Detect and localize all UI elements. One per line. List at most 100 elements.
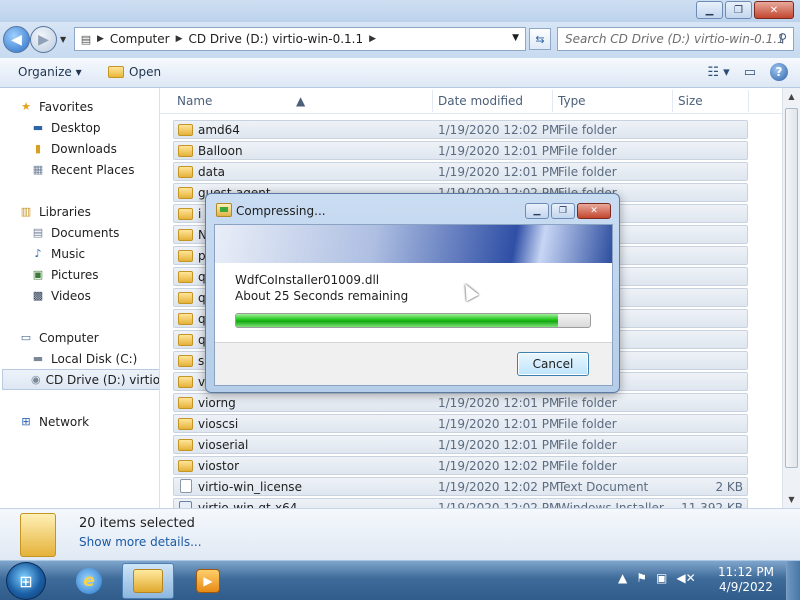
scroll-up-arrow-icon[interactable]: ▲ [783, 88, 800, 105]
file-name: s [198, 354, 205, 368]
nav-cd-drive[interactable]: ◉ CD Drive (D:) virtio-w [2, 369, 159, 390]
column-type[interactable]: Type [558, 94, 586, 108]
folder-icon [178, 313, 193, 325]
start-button[interactable]: ⊞ [6, 562, 46, 600]
show-hidden-icons-icon[interactable]: ▲ [618, 571, 627, 585]
taskbar-windows-explorer[interactable] [122, 563, 174, 599]
cancel-button[interactable]: Cancel [517, 352, 589, 376]
cd-drive-icon: ◉ [31, 373, 41, 386]
column-divider[interactable] [432, 90, 433, 112]
hard-drive-icon: ▬ [32, 352, 44, 365]
title-bar[interactable]: ▁ ❐ ✕ [0, 0, 800, 22]
column-date-modified[interactable]: Date modified [438, 94, 523, 108]
dialog-title: Compressing... [236, 204, 326, 218]
chevron-right-icon[interactable]: ▶ [369, 34, 376, 44]
maximize-button[interactable]: ❐ [725, 1, 752, 19]
forward-button[interactable]: ▶ [30, 26, 57, 53]
show-more-details-link[interactable]: Show more details... [79, 535, 202, 549]
time-remaining: About 25 Seconds remaining [235, 289, 409, 303]
nav-desktop[interactable]: ▬ Desktop [30, 117, 159, 138]
file-row[interactable]: Balloon 1/19/2020 12:01 PM File folder [173, 141, 748, 160]
column-name[interactable]: Name [177, 94, 212, 108]
nav-documents[interactable]: ▤ Documents [30, 222, 159, 243]
nav-videos[interactable]: ▩ Videos [30, 285, 159, 306]
caption-buttons: ▁ ❐ ✕ [694, 1, 794, 19]
nav-favorites[interactable]: ★ Favorites [18, 96, 159, 117]
nav-music[interactable]: ♪ Music [30, 243, 159, 264]
column-divider[interactable] [552, 90, 553, 112]
network-status-icon[interactable]: ▣ [656, 571, 667, 585]
show-desktop-button[interactable] [786, 561, 800, 600]
scroll-down-arrow-icon[interactable]: ▼ [783, 491, 800, 508]
action-center-flag-icon[interactable]: ⚑ [636, 571, 647, 585]
dialog-body: WdfCoInstaller01009.dll About 25 Seconds… [214, 224, 613, 386]
open-button[interactable]: Open [108, 65, 161, 79]
file-row[interactable]: data 1/19/2020 12:01 PM File folder [173, 162, 748, 181]
nav-label: Computer [39, 330, 99, 345]
nav-downloads[interactable]: ▮ Downloads [30, 138, 159, 159]
recent-pages-dropdown[interactable]: ▼ [60, 35, 66, 44]
dialog-maximize-button[interactable]: ❐ [551, 203, 575, 219]
progress-bar-fill [236, 314, 559, 327]
vertical-scrollbar[interactable]: ▲ ▼ [782, 88, 800, 508]
downloads-folder-icon: ▮ [34, 142, 42, 155]
nav-pictures[interactable]: ▣ Pictures [30, 264, 159, 285]
folder-icon [178, 145, 193, 157]
minimize-button[interactable]: ▁ [696, 1, 723, 19]
file-row[interactable]: amd64 1/19/2020 12:02 PM File folder [173, 120, 748, 139]
nav-computer[interactable]: ▭ Computer [18, 327, 159, 348]
network-icon: ⊞ [21, 415, 31, 428]
chevron-right-icon[interactable]: ▶ [176, 34, 183, 44]
file-row[interactable]: viorng 1/19/2020 12:01 PM File folder [173, 393, 748, 412]
nav-local-disk[interactable]: ▬ Local Disk (C:) [30, 348, 159, 369]
help-icon[interactable]: ? [770, 63, 788, 81]
dialog-minimize-button[interactable]: ▁ [525, 203, 549, 219]
address-bar[interactable]: ▤ ▶ Computer ▶ CD Drive (D:) virtio-win-… [74, 27, 526, 51]
recent-places-icon: ▦ [32, 163, 44, 176]
file-row[interactable]: vioserial 1/19/2020 12:01 PM File folder [173, 435, 748, 454]
nav-libraries[interactable]: ▥ Libraries [18, 201, 159, 222]
folder-icon [20, 513, 56, 557]
close-button[interactable]: ✕ [754, 1, 794, 19]
column-size[interactable]: Size [678, 94, 703, 108]
file-type: File folder [558, 396, 617, 410]
file-row[interactable]: virtio-win_license 1/19/2020 12:02 PM Text… [173, 477, 748, 496]
folder-open-icon [108, 66, 124, 78]
file-row[interactable]: vioscsi 1/19/2020 12:01 PM File folder [173, 414, 748, 433]
search-icon[interactable]: ⚲ [778, 31, 787, 45]
music-icon: ♪ [34, 247, 42, 260]
nav-network[interactable]: ⊞ Network [18, 411, 159, 432]
dialog-close-button[interactable]: ✕ [577, 203, 611, 219]
address-dropdown-icon[interactable]: ▼ [512, 33, 519, 43]
nav-label: Recent Places [51, 162, 135, 177]
breadcrumb-cd-drive[interactable]: CD Drive (D:) virtio-win-0.1.1 [183, 32, 370, 46]
folder-icon [178, 397, 193, 409]
scrollbar-thumb[interactable] [785, 108, 798, 468]
organize-button[interactable]: Organize ▾ [18, 65, 82, 79]
taskbar-media-player[interactable]: ▶ [182, 563, 234, 599]
back-button[interactable]: ◀ [3, 26, 30, 53]
search-input[interactable]: Search CD Drive (D:) virtio-win-0.1.1 ⚲ [557, 27, 794, 51]
column-divider[interactable] [672, 90, 673, 112]
file-date-modified: 1/19/2020 12:02 PM [438, 123, 560, 137]
folder-icon [178, 229, 193, 241]
volume-muted-icon[interactable]: ◀✕ [676, 571, 695, 585]
file-row[interactable]: virtio-win-gt-x64 1/19/2020 12:02 PM Windo… [173, 498, 748, 508]
nav-label: Pictures [51, 267, 99, 282]
breadcrumb-computer[interactable]: Computer [104, 32, 176, 46]
windows-explorer-icon [133, 569, 163, 593]
system-clock[interactable]: 11:12 PM 4/9/2022 [718, 565, 774, 595]
preview-pane-icon[interactable]: ▭ [744, 65, 756, 80]
folder-icon [178, 292, 193, 304]
text-document-icon [180, 479, 192, 493]
taskbar-internet-explorer[interactable]: e [63, 563, 115, 599]
file-name: vioscsi [198, 417, 239, 431]
refresh-button[interactable]: ⇆ [529, 28, 551, 50]
column-divider[interactable] [748, 90, 749, 112]
folder-icon [178, 418, 193, 430]
file-date-modified: 1/19/2020 12:02 PM [438, 480, 560, 494]
file-row[interactable]: viostor 1/19/2020 12:02 PM File folder [173, 456, 748, 475]
chevron-right-icon[interactable]: ▶ [97, 34, 104, 44]
nav-recent-places[interactable]: ▦ Recent Places [30, 159, 159, 180]
view-options-icon[interactable]: ☷ ▾ [707, 65, 729, 80]
